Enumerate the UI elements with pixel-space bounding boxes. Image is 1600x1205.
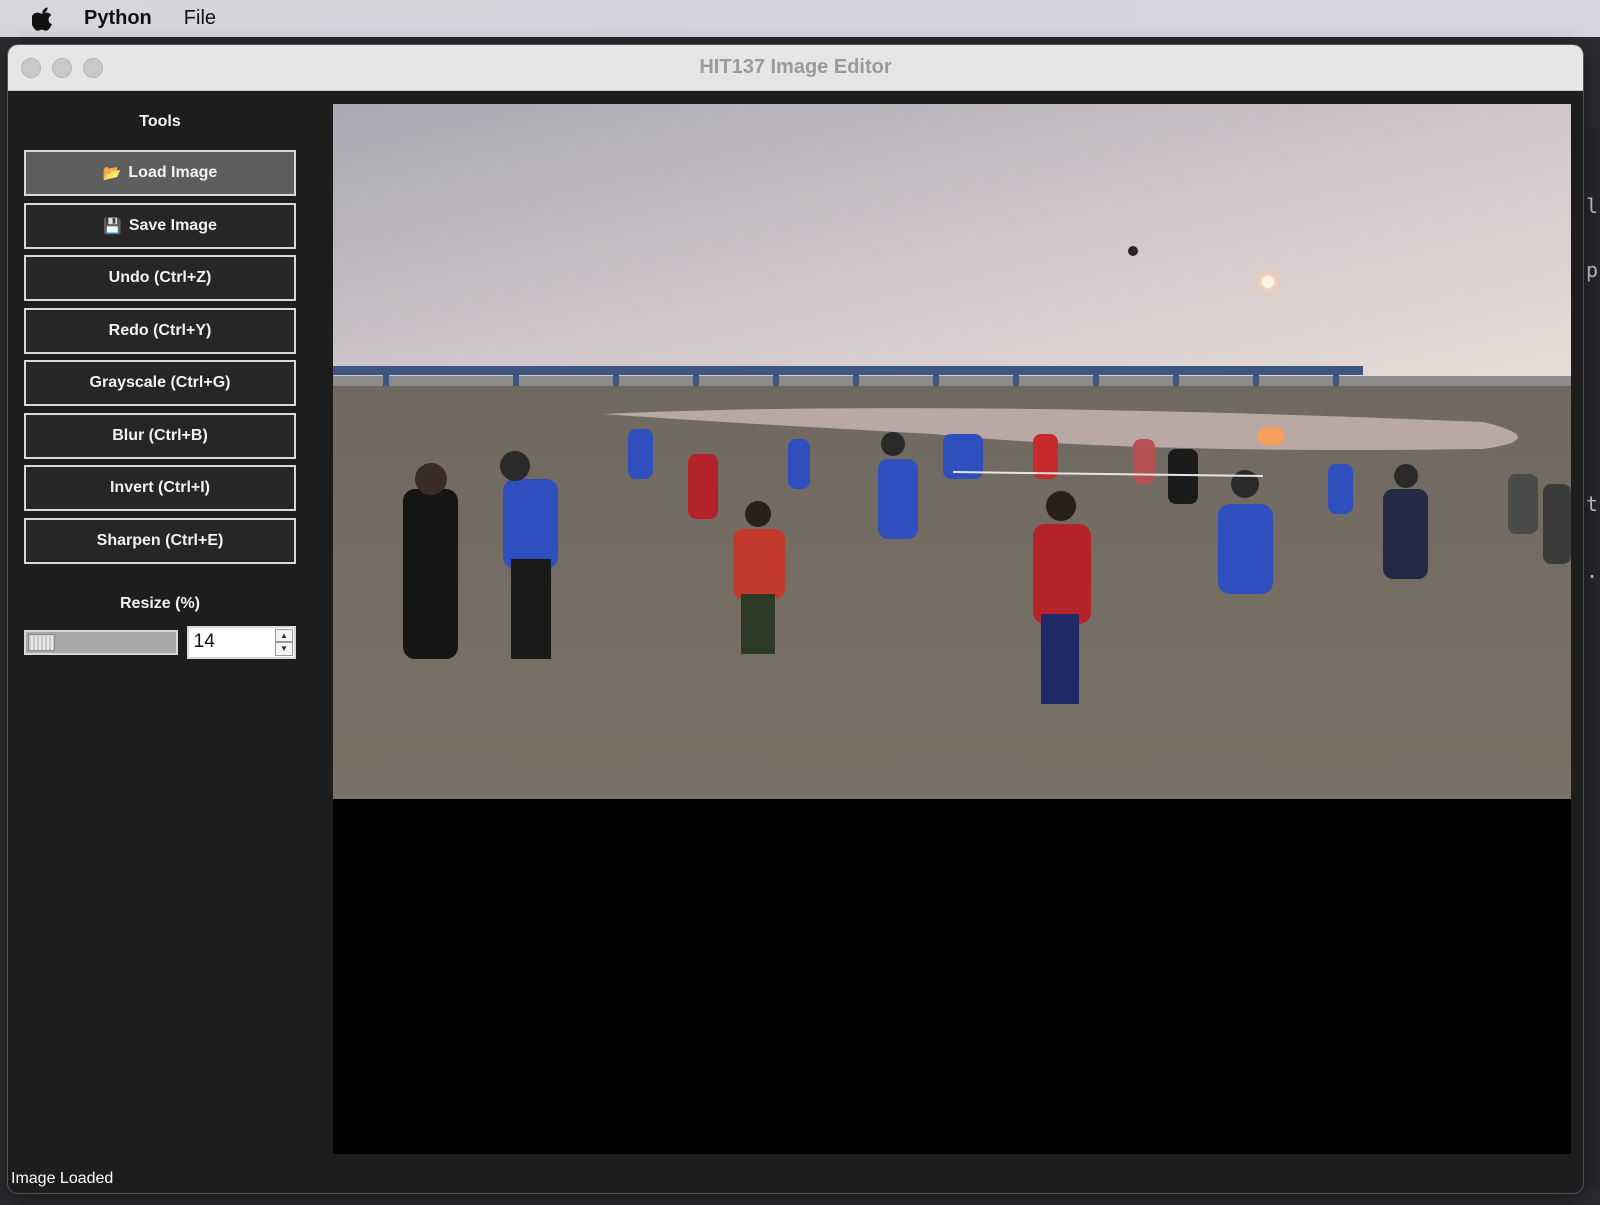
- window-title: HIT137 Image Editor: [699, 56, 892, 78]
- status-bar-text: Image Loaded: [11, 1170, 114, 1187]
- floppy-disk-icon: 💾: [103, 217, 122, 235]
- image-canvas[interactable]: [333, 104, 1571, 1154]
- increment-arrow-icon[interactable]: ▲: [275, 628, 293, 642]
- tools-sidebar: Tools 📂 Load Image 💾 Save Image Undo (Ct…: [24, 111, 296, 659]
- button-label: Invert (Ctrl+I): [109, 479, 210, 496]
- resize-value-input[interactable]: [188, 627, 269, 657]
- button-label: Redo (Ctrl+Y): [108, 321, 212, 339]
- tools-heading: Tools: [139, 113, 181, 130]
- resize-heading: Resize (%): [119, 594, 201, 612]
- menu-file[interactable]: File: [184, 7, 216, 30]
- sharpen-button[interactable]: Sharpen (Ctrl+E): [24, 517, 296, 564]
- resize-slider[interactable]: [24, 629, 178, 655]
- menu-app-name[interactable]: Python: [84, 7, 152, 30]
- load-image-button[interactable]: 📂 Load Image: [24, 150, 296, 196]
- close-window-button[interactable]: [21, 58, 41, 78]
- decrement-arrow-icon[interactable]: ▼: [275, 642, 293, 656]
- spin-arrows: ▲ ▼: [275, 628, 293, 656]
- window-content: Tools 📂 Load Image 💾 Save Image Undo (Ct…: [8, 91, 1583, 1193]
- resize-controls: ▲ ▼: [24, 625, 296, 659]
- resize-spinbox[interactable]: ▲ ▼: [186, 625, 296, 659]
- zoom-window-button[interactable]: [83, 58, 103, 78]
- undo-button[interactable]: Undo (Ctrl+Z): [24, 255, 296, 301]
- beach-volleyball-photo: [333, 104, 1571, 799]
- blur-button[interactable]: Blur (Ctrl+B): [24, 412, 296, 459]
- apple-logo-icon[interactable]: [32, 7, 54, 31]
- button-label: Save Image: [128, 216, 217, 234]
- image-editor-window: HIT137 Image Editor Tools 📂 Load Image 💾…: [8, 45, 1583, 1193]
- macos-menu-bar: Python File: [0, 0, 1600, 37]
- loaded-photo: [333, 104, 1571, 799]
- resize-slider-thumb[interactable]: [28, 633, 55, 651]
- minimize-window-button[interactable]: [52, 58, 72, 78]
- window-titlebar[interactable]: HIT137 Image Editor: [8, 45, 1583, 91]
- redo-button[interactable]: Redo (Ctrl+Y): [24, 307, 296, 354]
- window-controls: [21, 58, 103, 78]
- button-label: Undo (Ctrl+Z): [108, 269, 212, 286]
- background-code-fragment: t: [1585, 492, 1598, 516]
- button-label: Sharpen (Ctrl+E): [96, 531, 224, 549]
- folder-icon: 📂: [102, 165, 122, 182]
- button-label: Load Image: [128, 164, 218, 181]
- grayscale-button[interactable]: Grayscale (Ctrl+G): [24, 360, 296, 406]
- save-image-button[interactable]: 💾 Save Image: [24, 202, 296, 249]
- invert-button[interactable]: Invert (Ctrl+I): [24, 465, 296, 511]
- button-label: Grayscale (Ctrl+G): [89, 374, 231, 391]
- button-label: Blur (Ctrl+B): [112, 426, 208, 444]
